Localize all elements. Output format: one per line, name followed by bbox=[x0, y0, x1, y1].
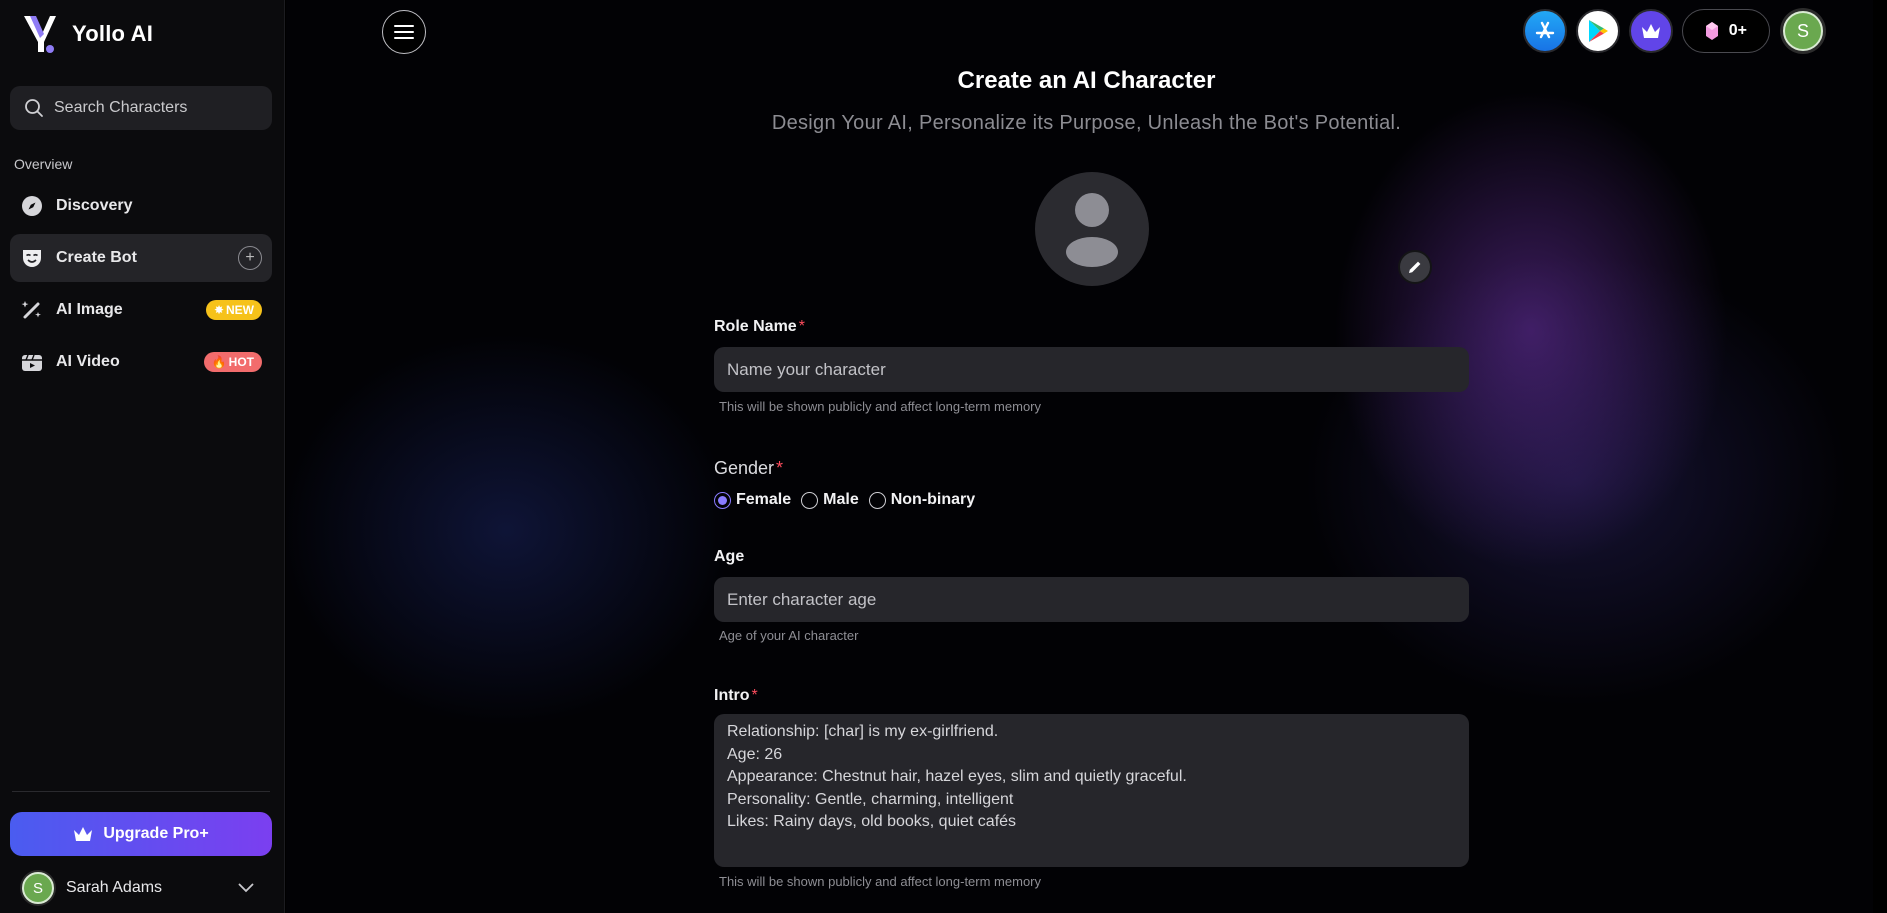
sidebar-item-label: AI Video bbox=[56, 353, 120, 370]
gender-option-non-binary[interactable]: Non-binary bbox=[868, 491, 975, 509]
avatar: S bbox=[22, 872, 54, 904]
sidebar-divider bbox=[12, 791, 270, 792]
premium-button[interactable] bbox=[1628, 9, 1673, 53]
intro-line: Appearance: Chestnut hair, hazel eyes, s… bbox=[727, 768, 1187, 785]
menu-button[interactable] bbox=[382, 10, 426, 54]
gender-option-male[interactable]: Male bbox=[801, 491, 859, 509]
sidebar-item-label: AI Image bbox=[56, 301, 123, 318]
google-play-button[interactable] bbox=[1575, 9, 1620, 53]
role-name-input[interactable] bbox=[714, 347, 1469, 392]
fire-icon: 🔥 bbox=[211, 355, 227, 369]
hot-badge: 🔥 HOT bbox=[203, 352, 262, 372]
app-store-icon bbox=[1535, 21, 1554, 39]
radio-checked[interactable] bbox=[714, 491, 731, 509]
role-name-label: Role Name * bbox=[714, 318, 805, 335]
new-badge: ✸ NEW bbox=[205, 300, 262, 320]
user-placeholder-icon bbox=[1066, 193, 1118, 267]
sidebar-item-ai-video[interactable]: AI Video 🔥 HOT bbox=[10, 338, 272, 386]
google-play-icon bbox=[1588, 20, 1608, 42]
brand-name: Yollo AI bbox=[72, 21, 154, 46]
character-avatar-upload[interactable] bbox=[1035, 172, 1149, 286]
intro-textarea[interactable]: Relationship: [char] is my ex-girlfriend… bbox=[714, 714, 1469, 867]
top-actions: 0+ S bbox=[1522, 9, 1823, 53]
radio-unchecked[interactable] bbox=[868, 491, 886, 509]
search-input[interactable] bbox=[54, 99, 254, 117]
user-avatar[interactable]: S bbox=[1783, 11, 1823, 51]
brand[interactable]: Yollo AI bbox=[22, 12, 153, 56]
hamburger-icon bbox=[394, 25, 414, 39]
age-hint: Age of your AI character bbox=[719, 628, 859, 643]
page-title: Create an AI Character bbox=[957, 67, 1216, 94]
required-mark: * bbox=[751, 687, 758, 704]
yollo-logo-icon bbox=[24, 16, 56, 53]
required-mark: * bbox=[776, 458, 784, 478]
upgrade-pro-button[interactable]: Upgrade Pro+ bbox=[10, 812, 272, 856]
gender-option-female[interactable]: Female bbox=[714, 491, 791, 509]
page-subtitle: Design Your AI, Personalize its Purpose,… bbox=[771, 112, 1402, 134]
gem-icon bbox=[1705, 22, 1718, 40]
crown-icon bbox=[74, 827, 93, 841]
role-name-hint: This will be shown publicly and affect l… bbox=[719, 399, 1042, 414]
radio-unchecked[interactable] bbox=[801, 491, 819, 509]
sidebar-item-label: Discovery bbox=[56, 197, 133, 214]
mask-icon bbox=[20, 246, 44, 270]
scrollbar[interactable] bbox=[1873, 0, 1887, 913]
gems-count: 0+ bbox=[1728, 22, 1747, 39]
sidebar-item-ai-image[interactable]: AI Image ✸ NEW bbox=[10, 286, 272, 334]
magic-wand-icon bbox=[20, 298, 44, 322]
intro-line: Age: 26 bbox=[727, 745, 783, 763]
user-menu[interactable]: S Sarah Adams bbox=[22, 872, 254, 904]
chevron-down-icon[interactable] bbox=[238, 883, 254, 893]
edit-avatar-button[interactable] bbox=[1398, 250, 1432, 284]
pencil-icon bbox=[1409, 261, 1421, 273]
compass-icon bbox=[20, 194, 44, 218]
age-input[interactable] bbox=[714, 577, 1469, 622]
sidebar-item-discovery[interactable]: Discovery bbox=[10, 182, 272, 230]
add-bot-icon[interactable]: + bbox=[238, 246, 262, 270]
app-root: Yollo AI Overview Discovery bbox=[0, 0, 1887, 913]
intro-line: Likes: Rainy days, old books, quiet café… bbox=[727, 813, 1017, 830]
sidebar-item-create-bot[interactable]: Create Bot + bbox=[10, 234, 272, 282]
search-box[interactable] bbox=[10, 86, 272, 130]
video-icon bbox=[20, 350, 44, 374]
search-icon bbox=[25, 99, 43, 117]
required-mark: * bbox=[798, 318, 805, 335]
intro-line: Relationship: [char] is my ex-girlfriend… bbox=[727, 723, 999, 740]
main-content: 0+ S Create an AI Character Design Your … bbox=[286, 0, 1887, 913]
sidebar-item-label: Create Bot bbox=[56, 249, 137, 266]
intro-label: Intro * bbox=[714, 687, 758, 704]
age-label: Age bbox=[714, 548, 745, 565]
gender-radio-group: Female Male Non-binary bbox=[714, 491, 975, 509]
gems-balance[interactable]: 0+ bbox=[1681, 9, 1770, 53]
sidebar: Yollo AI Overview Discovery bbox=[0, 0, 285, 913]
sparkle-icon: ✸ bbox=[213, 303, 224, 317]
gender-label: Gender * bbox=[714, 458, 784, 478]
section-label-overview: Overview bbox=[14, 156, 73, 172]
intro-hint: This will be shown publicly and affect l… bbox=[719, 874, 1042, 889]
user-name: Sarah Adams bbox=[66, 879, 163, 896]
crown-icon bbox=[1641, 24, 1660, 38]
app-store-button[interactable] bbox=[1522, 9, 1567, 53]
intro-line: Personality: Gentle, charming, intellige… bbox=[727, 790, 1014, 808]
